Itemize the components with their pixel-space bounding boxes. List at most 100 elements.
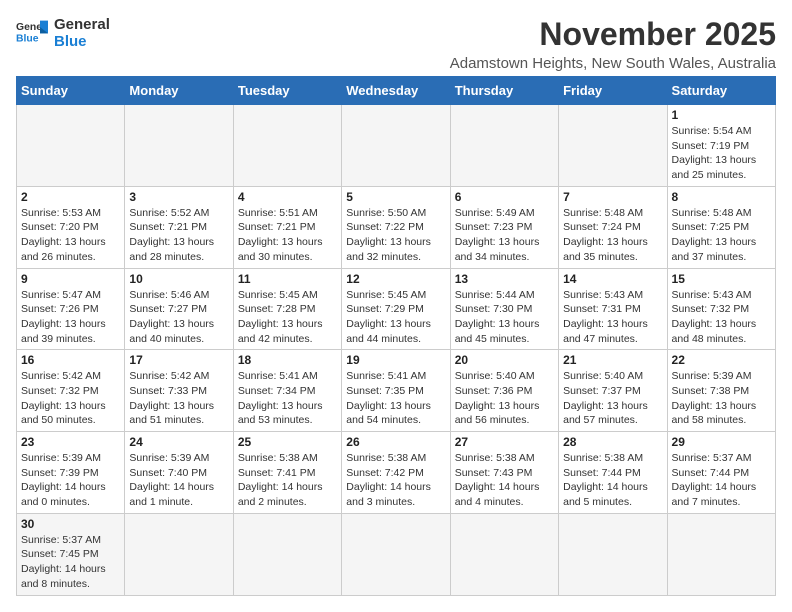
- calendar-cell: 8Sunrise: 5:48 AM Sunset: 7:25 PM Daylig…: [667, 186, 775, 268]
- calendar-cell: [559, 513, 667, 595]
- calendar-cell: 20 Sunrise: 5:40 AM Sunset: 7:36 PM Dayli…: [450, 350, 558, 432]
- calendar-cell: 25 Sunrise: 5:38 AM Sunset: 7:41 PM Dayli…: [233, 432, 341, 514]
- day-info: Sunrise: 5:54 AM Sunset: 7:19 PM Dayligh…: [672, 124, 771, 183]
- logo-text-blue: Blue: [54, 33, 110, 50]
- calendar-cell: 1 Sunrise: 5:54 AM Sunset: 7:19 PM Daylig…: [667, 105, 775, 187]
- calendar-cell: 11 Sunrise: 5:45 AM Sunset: 7:28 PM Dayli…: [233, 268, 341, 350]
- day-info: Sunrise: 5:51 AM Sunset: 7:21 PM Dayligh…: [238, 206, 337, 265]
- day-number: 3: [129, 190, 228, 204]
- calendar-cell: 6Sunrise: 5:49 AM Sunset: 7:23 PM Daylig…: [450, 186, 558, 268]
- calendar-cell: [17, 105, 125, 187]
- calendar-week-row: 16Sunrise: 5:42 AM Sunset: 7:32 PM Dayli…: [17, 350, 776, 432]
- calendar-cell: 4Sunrise: 5:51 AM Sunset: 7:21 PM Daylig…: [233, 186, 341, 268]
- location-subtitle: Adamstown Heights, New South Wales, Aust…: [450, 55, 776, 72]
- day-number: 14: [563, 272, 662, 286]
- calendar-cell: 19 Sunrise: 5:41 AM Sunset: 7:35 PM Dayli…: [342, 350, 450, 432]
- day-info: Sunrise: 5:48 AM Sunset: 7:24 PM Dayligh…: [563, 206, 662, 265]
- calendar-cell: 22Sunrise: 5:39 AM Sunset: 7:38 PM Dayli…: [667, 350, 775, 432]
- day-number: 21: [563, 353, 662, 367]
- day-number: 27: [455, 435, 554, 449]
- day-number: 25: [238, 435, 337, 449]
- calendar-week-row: 2Sunrise: 5:53 AM Sunset: 7:20 PM Daylig…: [17, 186, 776, 268]
- calendar-cell: 10Sunrise: 5:46 AM Sunset: 7:27 PM Dayli…: [125, 268, 233, 350]
- day-number: 30: [21, 517, 120, 531]
- calendar-cell: [342, 513, 450, 595]
- weekday-header-friday: Friday: [559, 77, 667, 105]
- calendar-cell: 5Sunrise: 5:50 AM Sunset: 7:22 PM Daylig…: [342, 186, 450, 268]
- calendar-cell: [342, 105, 450, 187]
- day-number: 1: [672, 108, 771, 122]
- weekday-header-saturday: Saturday: [667, 77, 775, 105]
- calendar-cell: [667, 513, 775, 595]
- day-number: 20: [455, 353, 554, 367]
- calendar-cell: [233, 513, 341, 595]
- day-info: Sunrise: 5:39 AM Sunset: 7:39 PM Dayligh…: [21, 451, 120, 510]
- calendar-cell: 28 Sunrise: 5:38 AM Sunset: 7:44 PM Dayli…: [559, 432, 667, 514]
- calendar-cell: 21 Sunrise: 5:40 AM Sunset: 7:37 PM Dayli…: [559, 350, 667, 432]
- day-info: Sunrise: 5:41 AM Sunset: 7:35 PM Dayligh…: [346, 369, 445, 428]
- weekday-header-monday: Monday: [125, 77, 233, 105]
- day-number: 5: [346, 190, 445, 204]
- svg-text:Blue: Blue: [16, 33, 39, 44]
- day-number: 11: [238, 272, 337, 286]
- day-number: 17: [129, 353, 228, 367]
- calendar-cell: 7 Sunrise: 5:48 AM Sunset: 7:24 PM Daylig…: [559, 186, 667, 268]
- day-info: Sunrise: 5:47 AM Sunset: 7:26 PM Dayligh…: [21, 288, 120, 347]
- day-info: Sunrise: 5:39 AM Sunset: 7:40 PM Dayligh…: [129, 451, 228, 510]
- calendar-cell: 15 Sunrise: 5:43 AM Sunset: 7:32 PM Dayli…: [667, 268, 775, 350]
- day-info: Sunrise: 5:38 AM Sunset: 7:41 PM Dayligh…: [238, 451, 337, 510]
- calendar-cell: 29Sunrise: 5:37 AM Sunset: 7:44 PM Dayli…: [667, 432, 775, 514]
- calendar-cell: 12Sunrise: 5:45 AM Sunset: 7:29 PM Dayli…: [342, 268, 450, 350]
- calendar-week-row: 9 Sunrise: 5:47 AM Sunset: 7:26 PM Daylig…: [17, 268, 776, 350]
- day-number: 15: [672, 272, 771, 286]
- day-number: 28: [563, 435, 662, 449]
- day-info: Sunrise: 5:38 AM Sunset: 7:42 PM Dayligh…: [346, 451, 445, 510]
- calendar-cell: 14 Sunrise: 5:43 AM Sunset: 7:31 PM Dayli…: [559, 268, 667, 350]
- day-info: Sunrise: 5:39 AM Sunset: 7:38 PM Dayligh…: [672, 369, 771, 428]
- calendar-cell: [450, 513, 558, 595]
- day-number: 8: [672, 190, 771, 204]
- day-info: Sunrise: 5:40 AM Sunset: 7:37 PM Dayligh…: [563, 369, 662, 428]
- day-number: 6: [455, 190, 554, 204]
- day-number: 2: [21, 190, 120, 204]
- day-info: Sunrise: 5:37 AM Sunset: 7:44 PM Dayligh…: [672, 451, 771, 510]
- calendar-cell: 23 Sunrise: 5:39 AM Sunset: 7:39 PM Dayli…: [17, 432, 125, 514]
- day-info: Sunrise: 5:52 AM Sunset: 7:21 PM Dayligh…: [129, 206, 228, 265]
- day-info: Sunrise: 5:41 AM Sunset: 7:34 PM Dayligh…: [238, 369, 337, 428]
- day-info: Sunrise: 5:43 AM Sunset: 7:31 PM Dayligh…: [563, 288, 662, 347]
- calendar-header-row: SundayMondayTuesdayWednesdayThursdayFrid…: [17, 77, 776, 105]
- calendar-cell: [559, 105, 667, 187]
- calendar-table: SundayMondayTuesdayWednesdayThursdayFrid…: [16, 76, 776, 596]
- calendar-cell: [450, 105, 558, 187]
- day-number: 10: [129, 272, 228, 286]
- day-info: Sunrise: 5:43 AM Sunset: 7:32 PM Dayligh…: [672, 288, 771, 347]
- day-info: Sunrise: 5:44 AM Sunset: 7:30 PM Dayligh…: [455, 288, 554, 347]
- day-number: 7: [563, 190, 662, 204]
- weekday-header-wednesday: Wednesday: [342, 77, 450, 105]
- day-info: Sunrise: 5:40 AM Sunset: 7:36 PM Dayligh…: [455, 369, 554, 428]
- calendar-cell: 27 Sunrise: 5:38 AM Sunset: 7:43 PM Dayli…: [450, 432, 558, 514]
- title-area: November 2025 Adamstown Heights, New Sou…: [450, 16, 776, 72]
- logo: General Blue General Blue: [16, 16, 110, 50]
- calendar-cell: 13 Sunrise: 5:44 AM Sunset: 7:30 PM Dayli…: [450, 268, 558, 350]
- day-info: Sunrise: 5:42 AM Sunset: 7:32 PM Dayligh…: [21, 369, 120, 428]
- day-number: 18: [238, 353, 337, 367]
- calendar-cell: 24Sunrise: 5:39 AM Sunset: 7:40 PM Dayli…: [125, 432, 233, 514]
- day-info: Sunrise: 5:37 AM Sunset: 7:45 PM Dayligh…: [21, 533, 120, 592]
- day-number: 9: [21, 272, 120, 286]
- day-number: 13: [455, 272, 554, 286]
- calendar-cell: 26Sunrise: 5:38 AM Sunset: 7:42 PM Dayli…: [342, 432, 450, 514]
- day-number: 23: [21, 435, 120, 449]
- calendar-cell: 2Sunrise: 5:53 AM Sunset: 7:20 PM Daylig…: [17, 186, 125, 268]
- calendar-cell: 30 Sunrise: 5:37 AM Sunset: 7:45 PM Dayli…: [17, 513, 125, 595]
- calendar-cell: [125, 513, 233, 595]
- page-header: General Blue General Blue November 2025 …: [16, 16, 776, 72]
- day-info: Sunrise: 5:38 AM Sunset: 7:44 PM Dayligh…: [563, 451, 662, 510]
- day-info: Sunrise: 5:45 AM Sunset: 7:28 PM Dayligh…: [238, 288, 337, 347]
- calendar-week-row: 23 Sunrise: 5:39 AM Sunset: 7:39 PM Dayli…: [17, 432, 776, 514]
- day-info: Sunrise: 5:38 AM Sunset: 7:43 PM Dayligh…: [455, 451, 554, 510]
- month-title: November 2025: [450, 16, 776, 53]
- logo-text-general: General: [54, 16, 110, 33]
- day-number: 19: [346, 353, 445, 367]
- day-info: Sunrise: 5:42 AM Sunset: 7:33 PM Dayligh…: [129, 369, 228, 428]
